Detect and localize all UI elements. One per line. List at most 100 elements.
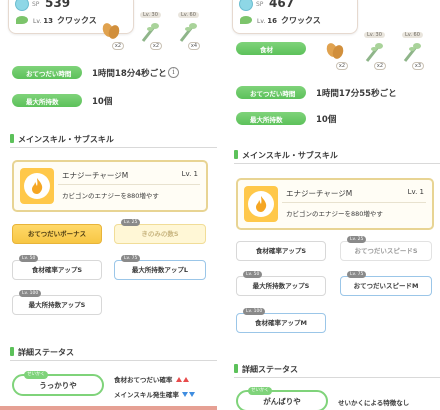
sprout-ingredient-icon — [179, 23, 197, 42]
main-skill-description: カビゴンのエナジーを880増やす — [286, 210, 383, 218]
sp-orb-icon — [239, 0, 253, 11]
flame-icon — [32, 178, 43, 194]
leaf-icon — [240, 16, 252, 24]
sub-skill-1[interactable]: 食材確率アップS — [236, 241, 326, 261]
help-time-value: 1時間18分4秒ごと — [92, 69, 167, 79]
ingredient-count: x2 — [373, 62, 386, 70]
sub-skill-4[interactable]: Lv. 75 おてつだいスピードM — [340, 271, 432, 296]
nature-box[interactable]: せいかく うっかりや — [12, 371, 104, 396]
max-carry-value: 10個 — [92, 97, 113, 107]
section-marker — [10, 134, 14, 143]
right-pokemon-detail-panel: SP 467 Lv. 16 クワックス 食材 x2 Lv. 30 x2 Lv. … — [224, 0, 440, 410]
lock-icon: Lv. 25 — [121, 219, 141, 226]
sp-label: SP — [32, 1, 40, 8]
sub-skill-4[interactable]: Lv. 75 最大所持数アップL — [114, 255, 206, 280]
section-marker — [234, 364, 238, 373]
info-icon[interactable]: i — [168, 67, 179, 78]
main-skill-level: Lv. 1 — [181, 170, 198, 178]
sub-skill-3[interactable]: Lv. 50 最大所持数アップS — [236, 271, 326, 296]
main-skill-description: カビゴンのエナジーを880増やす — [62, 192, 159, 200]
section-divider — [10, 360, 217, 361]
detail-section-title: 詳細ステータス — [18, 348, 74, 357]
ingredient-count: x2 — [111, 42, 124, 50]
max-carry-value: 10個 — [316, 115, 337, 125]
ingredient-unlock-level: Lv. 60 — [402, 32, 423, 38]
sprout-ingredient-icon — [365, 43, 383, 62]
almond-ingredient-icon — [102, 23, 120, 39]
ingredient-unlock-level: Lv. 60 — [178, 12, 199, 18]
ingredient-unlock-level: Lv. 30 — [364, 32, 385, 38]
nature-tag: せいかく — [248, 387, 272, 395]
main-skill-card[interactable]: エナジーチャージM Lv. 1 カビゴンのエナジーを880増やす — [12, 160, 208, 212]
nature-box[interactable]: せいかく がんばりや — [236, 387, 328, 410]
main-skill-badge — [244, 186, 278, 222]
nature-tag: せいかく — [24, 371, 48, 379]
nature-effect-up: 食材おてつだい確率 — [114, 374, 189, 384]
pokemon-name: クワックス — [281, 16, 321, 25]
nature-name: うっかりや — [39, 381, 77, 390]
ingredient-count: x2 — [149, 42, 162, 50]
section-marker — [10, 347, 14, 356]
sp-value: 467 — [269, 0, 295, 10]
sprout-ingredient-icon — [403, 43, 421, 62]
section-divider — [234, 377, 440, 378]
ingredient-slot-1[interactable]: x2 — [320, 38, 348, 70]
ingredient-slot-1[interactable]: x2 — [96, 18, 124, 50]
nature-effect-none: せいかくによる特徴なし — [338, 399, 410, 407]
ingredient-count: x3 — [411, 62, 424, 70]
ingredient-label: 食材 — [236, 42, 306, 55]
skill-section-title: メインスキル・サブスキル — [242, 151, 338, 160]
detail-section-title: 詳細ステータス — [242, 365, 298, 374]
max-carry-label: 最大所持数 — [12, 94, 82, 107]
lock-icon: Lv. 50 — [243, 271, 263, 278]
bottom-strip — [0, 406, 217, 410]
ingredient-count: x4 — [187, 42, 200, 50]
max-carry-label: 最大所持数 — [236, 112, 306, 125]
flame-icon — [256, 196, 267, 212]
main-skill-card[interactable]: エナジーチャージM Lv. 1 カビゴンのエナジーを880増やす — [236, 178, 434, 230]
down-arrow-icon — [189, 392, 196, 397]
main-skill-name: エナジーチャージM — [62, 171, 129, 180]
ingredient-slot-2[interactable]: Lv. 30 x2 — [134, 12, 162, 50]
ingredient-slot-3[interactable]: Lv. 60 x4 — [172, 12, 200, 50]
main-skill-level: Lv. 1 — [407, 188, 424, 196]
level-label: Lv. 16 — [257, 17, 278, 25]
lock-icon: Lv. 25 — [347, 236, 367, 243]
ingredient-count: x2 — [335, 62, 348, 70]
left-pokemon-detail-panel: SP 539 Lv. 13 クワックス x2 Lv. 30 x2 Lv. 60 … — [0, 0, 217, 410]
sub-skill-3[interactable]: Lv. 50 食材確率アップS — [12, 255, 102, 280]
leaf-icon — [16, 16, 28, 24]
section-divider — [10, 147, 217, 148]
skill-section-title: メインスキル・サブスキル — [18, 135, 114, 144]
lock-icon: Lv. 50 — [19, 255, 39, 262]
sub-skill-2[interactable]: Lv. 25 おてつだいスピードS — [340, 236, 432, 261]
nature-effect-down: メインスキル発生確率 — [114, 389, 196, 399]
ingredient-unlock-level: Lv. 30 — [140, 12, 161, 18]
help-time-label: おてつだい時間 — [236, 86, 306, 99]
up-arrow-icon — [175, 377, 182, 382]
level-label: Lv. 13 — [33, 17, 54, 25]
help-time-label: おてつだい時間 — [12, 66, 82, 79]
main-skill-badge — [20, 168, 54, 204]
lock-icon: Lv. 75 — [121, 255, 141, 262]
pokemon-header-card: SP 467 Lv. 16 クワックス — [232, 0, 358, 34]
sp-orb-icon — [15, 0, 29, 11]
section-divider — [234, 163, 440, 164]
up-arrow-icon — [182, 377, 189, 382]
pokemon-name: クワックス — [57, 16, 97, 25]
nature-name: がんばりや — [263, 397, 301, 406]
lock-icon: Lv. 100 — [243, 308, 266, 315]
help-time-value: 1時間17分55秒ごと — [316, 89, 397, 99]
sub-skill-5[interactable]: Lv. 100 食材確率アップM — [236, 308, 326, 333]
ingredient-slot-2[interactable]: Lv. 30 x2 — [358, 32, 386, 70]
sub-skill-5[interactable]: Lv. 100 最大所持数アップS — [12, 290, 102, 315]
sub-skill-2[interactable]: Lv. 25 きのみの数S — [114, 219, 206, 244]
sprout-ingredient-icon — [141, 23, 159, 42]
section-marker — [234, 150, 238, 159]
almond-ingredient-icon — [326, 43, 344, 59]
main-skill-name: エナジーチャージM — [286, 189, 353, 198]
ingredient-slot-3[interactable]: Lv. 60 x3 — [396, 32, 424, 70]
sub-skill-1[interactable]: おてつだいボーナス — [12, 224, 102, 244]
lock-icon: Lv. 75 — [347, 271, 367, 278]
lock-icon: Lv. 100 — [19, 290, 42, 297]
